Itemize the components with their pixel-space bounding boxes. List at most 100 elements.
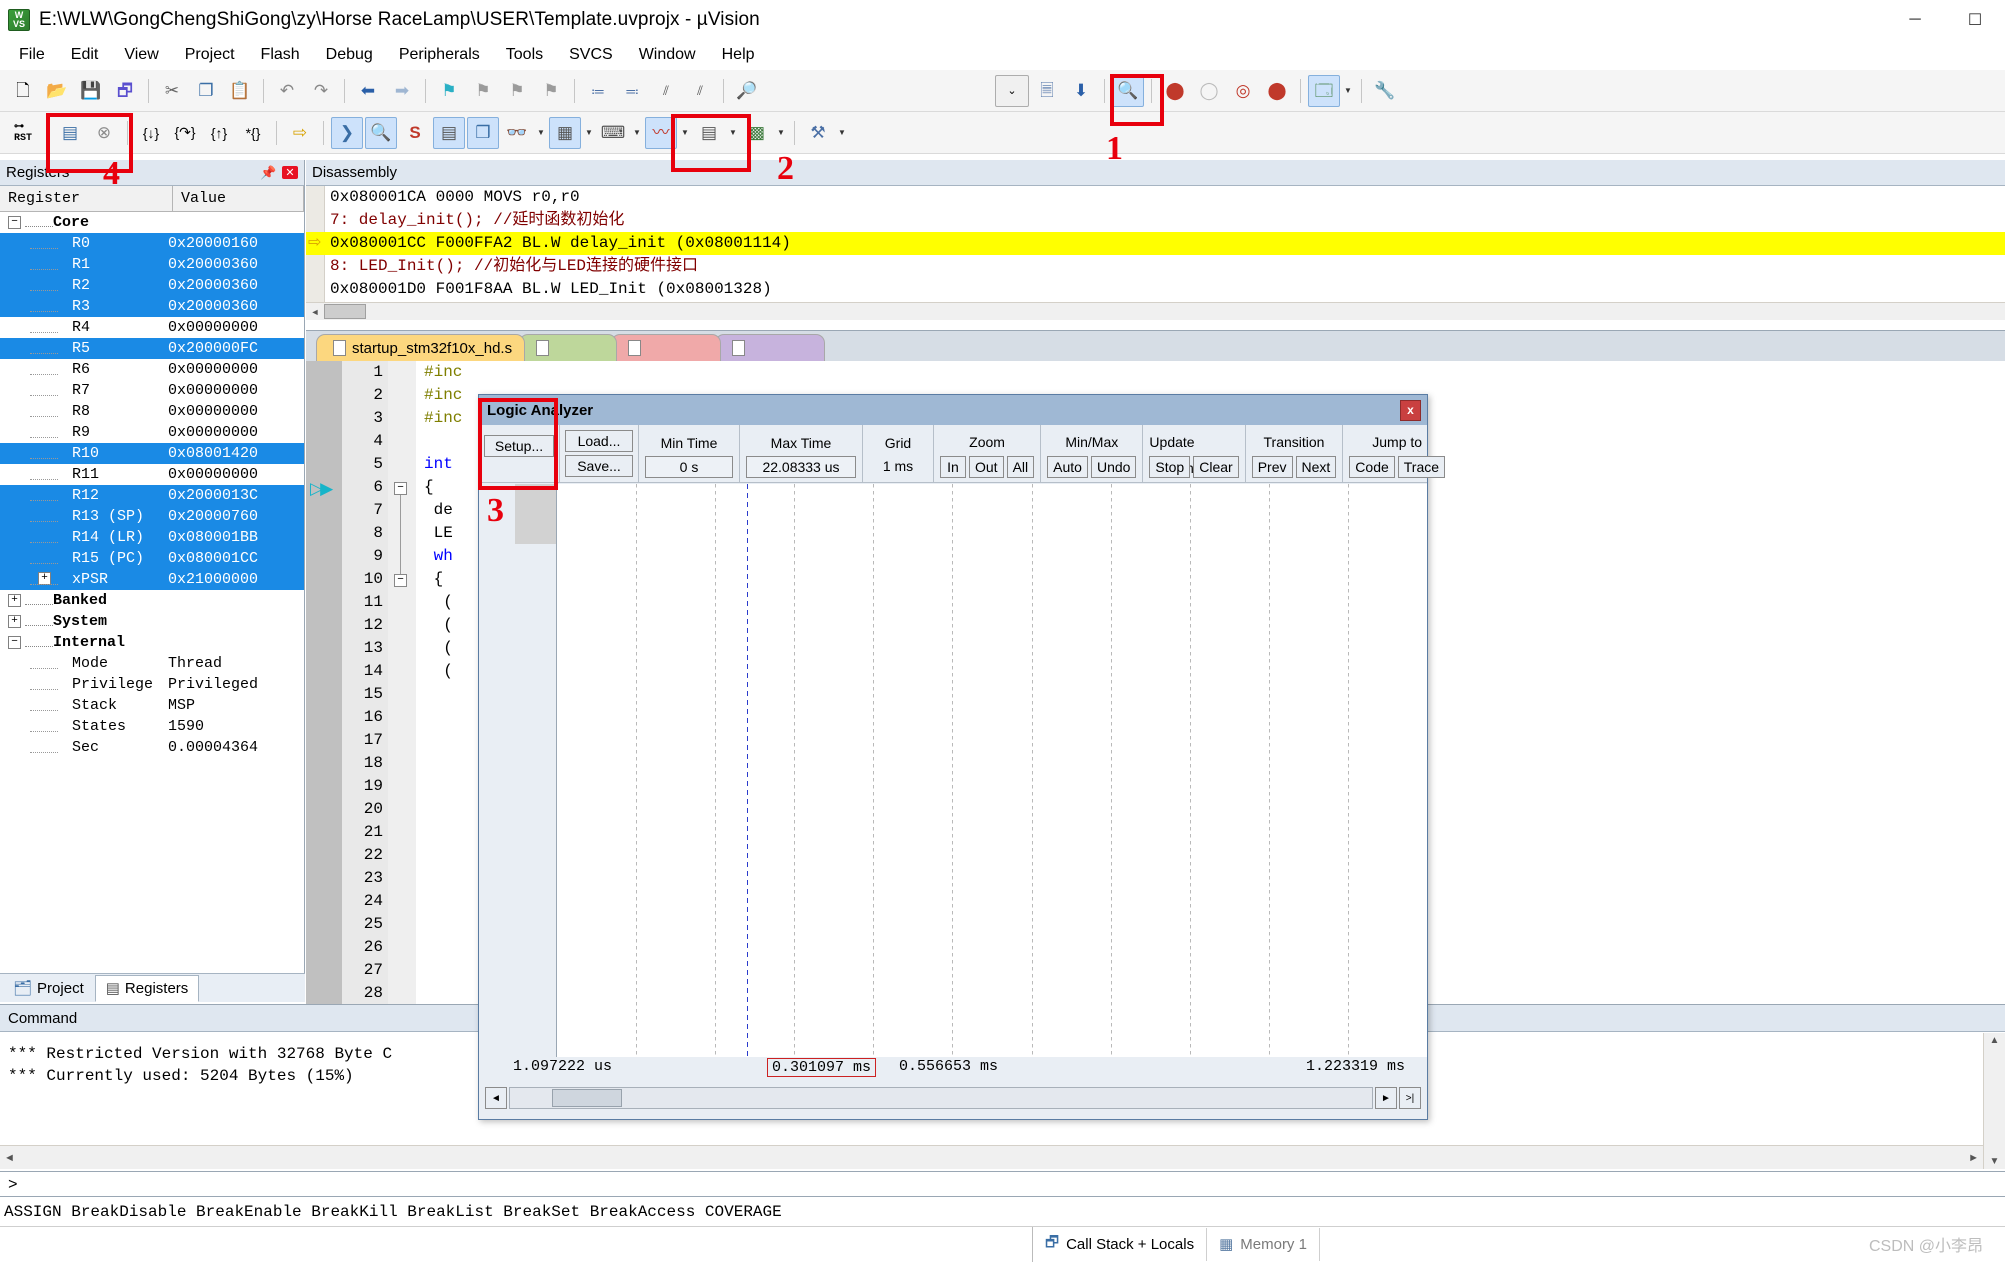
- reset-cpu-icon[interactable]: ⊶RST: [7, 117, 39, 149]
- disable-all-breakpoints-icon[interactable]: ◎: [1227, 75, 1259, 107]
- manage-run-env-icon[interactable]: ⬇: [1065, 75, 1097, 107]
- zoom-out-button[interactable]: Out: [969, 456, 1004, 478]
- max-time-value[interactable]: 22.08333 us: [746, 456, 856, 478]
- register-row[interactable]: R00x20000160: [0, 233, 304, 254]
- minmax-auto-button[interactable]: Auto: [1047, 456, 1088, 478]
- load-button[interactable]: Load...: [565, 430, 633, 452]
- close-icon[interactable]: x: [1400, 400, 1421, 421]
- menu-help[interactable]: Help: [709, 43, 768, 67]
- scroll-up-icon[interactable]: ▲: [1990, 1035, 2000, 1046]
- start-stop-debug-icon[interactable]: 🔍: [1112, 75, 1144, 107]
- outdent-icon[interactable]: ≕: [616, 75, 648, 107]
- trace-windows-dropdown-icon[interactable]: ▼: [726, 117, 740, 149]
- pin-icon[interactable]: 📌: [260, 165, 276, 181]
- register-row[interactable]: R10x20000360: [0, 254, 304, 275]
- min-time-value[interactable]: 0 s: [645, 456, 733, 478]
- indent-icon[interactable]: ≔: [582, 75, 614, 107]
- memory-windows-icon[interactable]: ▦: [549, 117, 581, 149]
- time-cursor[interactable]: [747, 484, 748, 1057]
- editor-tab-3[interactable]: [611, 334, 721, 361]
- menu-svcs[interactable]: SVCS: [556, 43, 626, 67]
- save-icon[interactable]: 💾: [75, 75, 107, 107]
- tab-project[interactable]: 🗂 Project: [2, 975, 95, 1002]
- toolbox-dropdown-icon[interactable]: ▼: [835, 117, 849, 149]
- bookmark-next-icon[interactable]: ⚑: [501, 75, 533, 107]
- register-row[interactable]: R50x200000FC: [0, 338, 304, 359]
- window-layout-icon[interactable]: 🗔: [1308, 75, 1340, 107]
- disassembly-instruction-line[interactable]: ⇨0x080001CC F000FFA2 BL.W delay_init (0x…: [306, 232, 2005, 255]
- register-row[interactable]: +xPSR0x21000000: [0, 569, 304, 590]
- scroll-thumb[interactable]: [324, 304, 366, 319]
- bookmark-toggle-icon[interactable]: ⚑: [433, 75, 465, 107]
- scroll-left-icon[interactable]: ◄: [4, 1152, 15, 1164]
- signal-name-column[interactable]: [479, 484, 557, 1057]
- insert-breakpoint-icon[interactable]: ⬤: [1159, 75, 1191, 107]
- run-icon[interactable]: ▤: [54, 117, 86, 149]
- stop-icon[interactable]: ⊗: [88, 117, 120, 149]
- register-row[interactable]: R80x00000000: [0, 401, 304, 422]
- editor-tab-startup[interactable]: startup_stm32f10x_hd.s: [316, 334, 525, 361]
- scroll-thumb[interactable]: [552, 1089, 622, 1107]
- save-all-icon[interactable]: 🗗: [109, 75, 141, 107]
- register-row[interactable]: R110x00000000: [0, 464, 304, 485]
- watch-windows-dropdown-icon[interactable]: ▼: [534, 117, 548, 149]
- jump-trace-button[interactable]: Trace: [1398, 456, 1445, 478]
- tree-toggle-icon[interactable]: +: [8, 594, 21, 607]
- register-row[interactable]: R15 (PC)0x080001CC: [0, 548, 304, 569]
- minimize-button[interactable]: ─: [1885, 0, 1945, 40]
- tree-toggle-icon[interactable]: −: [8, 636, 21, 649]
- kill-all-breakpoints-icon[interactable]: ⬤: [1261, 75, 1293, 107]
- window-layout-dropdown-icon[interactable]: ▼: [1341, 75, 1355, 107]
- editor-tab-4[interactable]: [715, 334, 825, 361]
- status-tab-call-stack[interactable]: 🗗 Call Stack + Locals: [1033, 1228, 1207, 1261]
- menu-flash[interactable]: Flash: [248, 43, 313, 67]
- command-window-icon[interactable]: ❯: [331, 117, 363, 149]
- register-row[interactable]: R30x20000360: [0, 296, 304, 317]
- close-icon[interactable]: ✕: [282, 166, 298, 179]
- disassembly-listing[interactable]: 0x080001CA 0000 MOVS r0,r0 7: delay_init…: [306, 186, 2005, 302]
- zoom-in-button[interactable]: In: [940, 456, 966, 478]
- symbols-window-icon[interactable]: S: [399, 117, 431, 149]
- registers-tree[interactable]: −CoreR00x20000160R10x20000360R20x2000036…: [0, 212, 304, 973]
- fold-toggle-icon[interactable]: −: [394, 482, 407, 495]
- update-stop-button[interactable]: Stop: [1149, 456, 1190, 478]
- register-row[interactable]: R40x00000000: [0, 317, 304, 338]
- redo-icon[interactable]: ↷: [305, 75, 337, 107]
- menu-file[interactable]: File: [6, 43, 58, 67]
- maximize-button[interactable]: ☐: [1945, 0, 2005, 40]
- uncomment-icon[interactable]: ⫽: [684, 75, 716, 107]
- zoom-all-button[interactable]: All: [1007, 456, 1035, 478]
- registers-window-icon[interactable]: ▤: [433, 117, 465, 149]
- navigate-back-icon[interactable]: ⬅: [352, 75, 384, 107]
- target-options-icon[interactable]: 🗏: [1031, 75, 1063, 107]
- tab-registers[interactable]: ▤ Registers: [95, 975, 200, 1002]
- call-stack-window-icon[interactable]: ❒: [467, 117, 499, 149]
- memory-windows-dropdown-icon[interactable]: ▼: [582, 117, 596, 149]
- tree-toggle-icon[interactable]: −: [8, 216, 21, 229]
- disassembly-source-line[interactable]: 8: LED_Init(); //初始化与LED连接的硬件接口: [306, 255, 2005, 278]
- scroll-trough[interactable]: [509, 1087, 1373, 1109]
- menu-view[interactable]: View: [111, 43, 171, 67]
- register-row[interactable]: R14 (LR)0x080001BB: [0, 527, 304, 548]
- copy-icon[interactable]: ❐: [190, 75, 222, 107]
- menu-edit[interactable]: Edit: [58, 43, 112, 67]
- editor-tab-2[interactable]: [519, 334, 617, 361]
- register-row[interactable]: States1590: [0, 716, 304, 737]
- minmax-undo-button[interactable]: Undo: [1091, 456, 1136, 478]
- comment-icon[interactable]: ⫽: [650, 75, 682, 107]
- logic-analyzer-plot[interactable]: [479, 484, 1427, 1057]
- undo-icon[interactable]: ↶: [271, 75, 303, 107]
- command-hscrollbar[interactable]: ◄ ►: [0, 1145, 1983, 1169]
- menu-tools[interactable]: Tools: [493, 43, 556, 67]
- register-row[interactable]: StackMSP: [0, 695, 304, 716]
- open-file-icon[interactable]: 📂: [41, 75, 73, 107]
- setup-button[interactable]: Setup...: [484, 435, 554, 457]
- register-group-core[interactable]: −Core: [0, 212, 304, 233]
- register-row[interactable]: R13 (SP)0x20000760: [0, 506, 304, 527]
- disable-breakpoint-icon[interactable]: ◯: [1193, 75, 1225, 107]
- system-viewer-dropdown-icon[interactable]: ▼: [774, 117, 788, 149]
- register-row[interactable]: R90x00000000: [0, 422, 304, 443]
- disassembly-instruction-line[interactable]: 0x080001CA 0000 MOVS r0,r0: [306, 186, 2005, 209]
- register-row[interactable]: R60x00000000: [0, 359, 304, 380]
- step-icon[interactable]: {↓}: [135, 117, 167, 149]
